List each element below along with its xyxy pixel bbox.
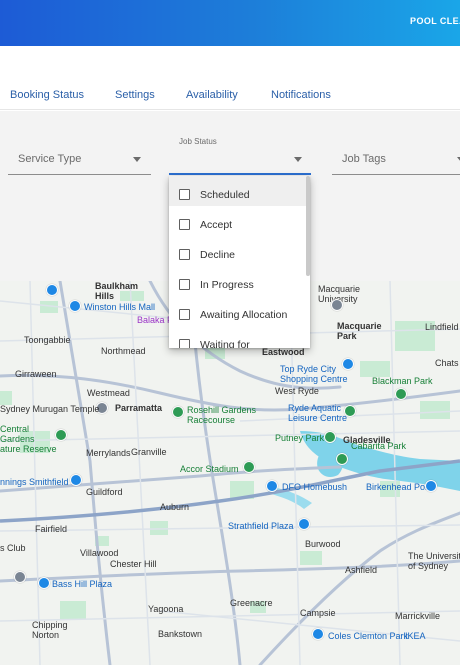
stadium-icon xyxy=(243,461,255,473)
map-label-granville: Granville xyxy=(131,447,167,457)
option-label: In Progress xyxy=(200,279,254,291)
shopping-icon xyxy=(298,518,310,530)
map-label-bass-hill-plaza: Bass Hill Plaza xyxy=(52,579,113,589)
map-label-villawood: Villawood xyxy=(80,548,119,558)
map-label-chester-hill: Chester Hill xyxy=(110,559,157,569)
map-label-macquarie-park: Macquarie Park xyxy=(337,321,382,341)
job-tags-label: Job Tags xyxy=(342,153,386,165)
map-label-west-ryde: West Ryde xyxy=(275,386,319,396)
map-label-lindfield: Lindfield xyxy=(425,322,459,332)
map-label-marrickville: Marrickville xyxy=(395,611,440,621)
option-label: Scheduled xyxy=(200,189,250,201)
map-label-chipping-norton: Chipping Norton xyxy=(32,620,68,640)
map-label-club: s Club xyxy=(0,543,26,553)
map-label-top-ryde: Top Ryde City Shopping Centre xyxy=(280,364,348,384)
job-tags-select[interactable]: Job Tags xyxy=(332,141,460,175)
app-header-bar: POOL CLEA xyxy=(0,0,460,46)
map-label-coles-clemton: Coles Clemton Park xyxy=(328,631,409,641)
map-label-campsie: Campsie xyxy=(300,608,336,618)
park-icon xyxy=(336,453,348,465)
job-status-select[interactable]: Job Status xyxy=(169,137,311,175)
checkbox[interactable] xyxy=(179,279,190,290)
shopping-icon xyxy=(312,628,324,640)
job-status-option[interactable]: Scheduled xyxy=(169,176,310,206)
job-status-option[interactable]: Decline xyxy=(169,236,310,266)
map-label-baulkham-hills: Baulkham Hills xyxy=(95,281,139,301)
park-icon xyxy=(395,388,407,400)
checkbox[interactable] xyxy=(179,219,190,230)
checkbox[interactable] xyxy=(179,309,190,320)
shopping-icon xyxy=(70,474,82,486)
map-label-westmead: Westmead xyxy=(87,388,130,398)
map-label-auburn: Auburn xyxy=(160,502,190,512)
map-label-murugan-temple: Sydney Murugan Temple xyxy=(0,404,100,414)
shopping-icon xyxy=(425,480,437,492)
map-label-ryde-aquatic: Ryde Aquatic Leisure Centre xyxy=(288,403,348,423)
map-label-ashfield: Ashfield xyxy=(345,565,378,575)
job-status-option[interactable]: Accept xyxy=(169,206,310,236)
job-status-label: Job Status xyxy=(179,137,217,146)
service-type-select[interactable]: Service Type xyxy=(8,141,151,175)
tab-settings[interactable]: Settings xyxy=(115,89,155,101)
map-label-girraween: Girraween xyxy=(15,369,57,379)
dropdown-scrollbar[interactable] xyxy=(306,176,310,276)
tab-availability[interactable]: Availability xyxy=(186,89,238,101)
map-label-uni-sydney: The Universit of Sydney xyxy=(408,551,460,571)
map-label-strathfield-plaza: Strathfield Plaza xyxy=(228,521,294,531)
shopping-icon xyxy=(46,284,58,296)
tab-notifications[interactable]: Notifications xyxy=(271,89,331,101)
map-label-chats: Chats xyxy=(435,358,459,368)
park-icon xyxy=(55,429,67,441)
tab-booking-status[interactable]: Booking Status xyxy=(10,89,84,101)
map-label-burwood: Burwood xyxy=(305,539,341,549)
job-status-option[interactable]: In Progress xyxy=(169,266,310,296)
shopping-icon xyxy=(38,577,50,589)
map-label-blackman-park: Blackman Park xyxy=(372,376,433,386)
map-label-northmead: Northmead xyxy=(101,346,146,356)
map-label-smithfield: nnings Smithfield xyxy=(0,477,69,487)
map-label-dfo-homebush: DFO Homebush xyxy=(282,482,348,492)
map-label-winston-hills-mall: Winston Hills Mall xyxy=(84,302,156,312)
job-status-dropdown-menu: Scheduled Accept Decline In Progress Awa… xyxy=(169,176,310,348)
option-label: Accept xyxy=(200,219,233,231)
brand-name: POOL CLEA xyxy=(410,16,460,26)
chevron-down-icon xyxy=(294,157,302,162)
map-label-balaka: Balaka F xyxy=(137,315,173,325)
option-label: Awaiting Allocation xyxy=(200,309,288,321)
shopping-icon xyxy=(342,358,354,370)
map-label-ikea: IKEA xyxy=(405,631,426,641)
map-label-toongabbie: Toongabbie xyxy=(24,335,71,345)
map-label-fairfield: Fairfield xyxy=(35,524,68,534)
checkbox[interactable] xyxy=(179,249,190,260)
chevron-down-icon xyxy=(133,157,141,162)
pool-icon xyxy=(344,405,356,417)
park-icon xyxy=(172,406,184,418)
map-label-central-gardens: Central Gardens ature Reserve xyxy=(0,424,57,454)
map-label-putney-park: Putney Park xyxy=(275,433,325,443)
job-status-option[interactable]: Waiting for xyxy=(169,326,310,348)
option-label: Decline xyxy=(200,249,236,261)
settings-tabs: Booking Status Settings Availability Not… xyxy=(0,80,460,110)
checkbox[interactable] xyxy=(179,189,190,200)
university-icon xyxy=(331,299,343,311)
map-label-rosehill: Rosehill Gardens Racecourse xyxy=(187,405,257,425)
park-icon xyxy=(324,431,336,443)
shopping-icon xyxy=(266,480,278,492)
service-type-label: Service Type xyxy=(18,153,82,165)
map-label-cabarita-park: Cabarita Park xyxy=(351,441,407,451)
checkbox[interactable] xyxy=(179,339,190,348)
shopping-icon xyxy=(69,300,81,312)
map-label-yagoona: Yagoona xyxy=(148,604,184,614)
map-label-greenacre: Greenacre xyxy=(230,598,273,608)
map-label-bankstown: Bankstown xyxy=(158,629,203,639)
job-status-option[interactable]: Awaiting Allocation xyxy=(169,296,310,326)
map-label-eastwood: Eastwood xyxy=(262,347,305,357)
option-label: Waiting for xyxy=(200,339,250,348)
map-label-merrylands: Merrylands xyxy=(86,448,131,458)
place-icon xyxy=(14,571,26,583)
map-label-guildford: Guildford xyxy=(86,487,123,497)
map-label-accor-stadium: Accor Stadium xyxy=(180,464,239,474)
map-label-parramatta: Parramatta xyxy=(115,403,163,413)
